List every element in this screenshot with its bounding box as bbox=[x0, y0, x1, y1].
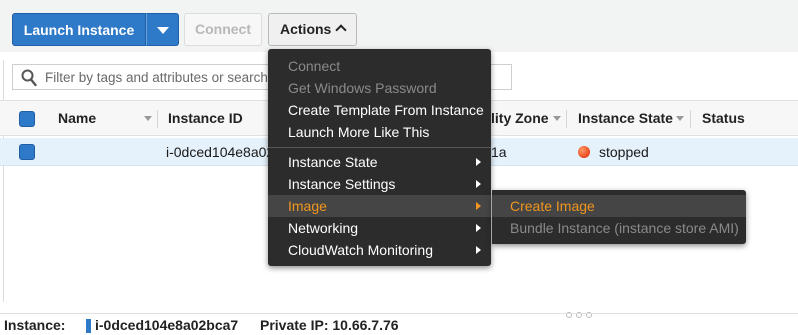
menu-item-connect[interactable]: Connect bbox=[268, 55, 491, 77]
menu-item-label: Get Windows Password bbox=[288, 80, 437, 96]
column-divider[interactable] bbox=[566, 110, 567, 128]
left-panel-edge bbox=[0, 60, 4, 302]
menu-item-networking[interactable]: Networking bbox=[268, 217, 491, 239]
actions-menu: Connect Get Windows Password Create Temp… bbox=[268, 49, 491, 266]
row-checkbox[interactable] bbox=[19, 144, 35, 160]
actions-button-label: Actions bbox=[280, 21, 332, 37]
sort-caret-icon[interactable] bbox=[676, 116, 684, 121]
private-ip-value: Private IP: 10.66.7.76 bbox=[260, 317, 399, 333]
menu-item-cloudwatch-monitoring[interactable]: CloudWatch Monitoring bbox=[268, 239, 491, 261]
menu-separator bbox=[268, 147, 491, 148]
submenu-item-bundle-instance[interactable]: Bundle Instance (instance store AMI) bbox=[492, 217, 746, 239]
chevron-up-icon bbox=[335, 24, 347, 36]
column-divider[interactable] bbox=[690, 110, 691, 128]
chevron-right-icon bbox=[476, 224, 481, 232]
resize-handle[interactable] bbox=[566, 306, 606, 318]
connect-button[interactable]: Connect bbox=[184, 13, 262, 46]
image-submenu: Create Image Bundle Instance (instance s… bbox=[492, 190, 746, 244]
menu-item-image[interactable]: Image bbox=[268, 195, 491, 217]
stopped-status-icon bbox=[578, 146, 590, 158]
chevron-right-icon bbox=[476, 180, 481, 188]
instance-id-value: i-0dced104e8a02bca7 bbox=[95, 317, 239, 333]
sort-caret-icon[interactable] bbox=[144, 116, 152, 121]
column-header-status-checks[interactable]: Status Checks bbox=[702, 101, 798, 160]
menu-item-label: Networking bbox=[288, 220, 359, 236]
sort-caret-icon[interactable] bbox=[553, 116, 561, 121]
menu-item-label: Connect bbox=[288, 58, 341, 74]
select-all-checkbox[interactable] bbox=[19, 111, 35, 127]
launch-options-dropdown-button[interactable] bbox=[146, 13, 179, 46]
cell-instance-state: stopped bbox=[599, 144, 649, 160]
menu-item-instance-state[interactable]: Instance State bbox=[268, 151, 491, 173]
column-header-availability-zone[interactable]: lity Zone bbox=[491, 101, 549, 135]
submenu-item-label: Bundle Instance (instance store AMI) bbox=[510, 220, 739, 236]
column-header-instance-id[interactable]: Instance ID bbox=[168, 101, 243, 135]
chevron-down-icon bbox=[157, 27, 169, 34]
menu-item-get-windows-password[interactable]: Get Windows Password bbox=[268, 77, 491, 99]
menu-item-label: CloudWatch Monitoring bbox=[288, 242, 433, 258]
column-header-instance-state[interactable]: Instance State bbox=[578, 101, 673, 135]
search-icon bbox=[21, 69, 37, 87]
submenu-item-create-image[interactable]: Create Image bbox=[492, 195, 746, 217]
instance-id-marker bbox=[86, 319, 91, 333]
chevron-right-icon bbox=[476, 202, 481, 210]
chevron-right-icon bbox=[476, 246, 481, 254]
menu-item-instance-settings[interactable]: Instance Settings bbox=[268, 173, 491, 195]
menu-item-label: Image bbox=[288, 198, 327, 214]
instance-label: Instance: bbox=[4, 317, 66, 333]
chevron-right-icon bbox=[476, 158, 481, 166]
column-header-name[interactable]: Name bbox=[58, 101, 96, 135]
column-divider[interactable] bbox=[157, 110, 158, 128]
cell-availability-zone: 1a bbox=[491, 144, 507, 160]
menu-item-label: Instance Settings bbox=[288, 176, 396, 192]
instance-details-bar: Instance: i-0dced104e8a02bca7 Private IP… bbox=[0, 314, 798, 335]
menu-item-label: Create Template From Instance bbox=[288, 102, 484, 118]
launch-instance-button[interactable]: Launch Instance bbox=[12, 13, 146, 46]
menu-item-label: Instance State bbox=[288, 154, 378, 170]
menu-item-label: Launch More Like This bbox=[288, 124, 430, 140]
cell-instance-id: i-0dced104e8a02 bbox=[166, 144, 275, 160]
menu-item-launch-more-like-this[interactable]: Launch More Like This bbox=[268, 121, 491, 143]
menu-item-create-template[interactable]: Create Template From Instance bbox=[268, 99, 491, 121]
actions-button[interactable]: Actions bbox=[268, 13, 357, 46]
submenu-item-label: Create Image bbox=[510, 198, 595, 214]
